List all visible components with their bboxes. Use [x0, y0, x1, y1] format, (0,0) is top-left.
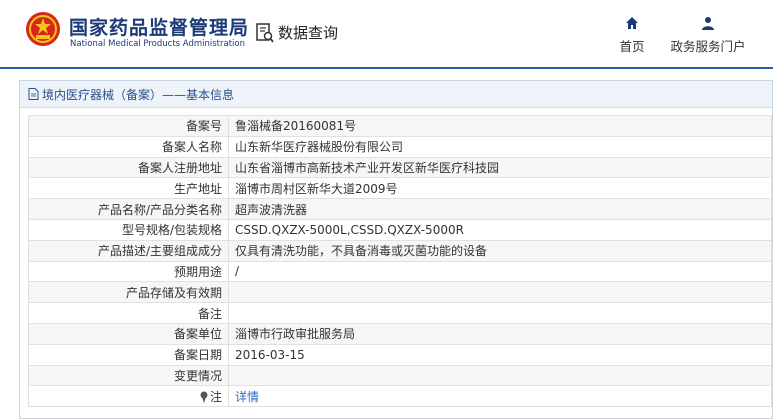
table-row: 备案人名称 山东新华医疗器械股份有限公司 — [28, 135, 772, 158]
national-emblem-icon — [26, 12, 60, 46]
field-label: 备案人名称 — [28, 135, 229, 158]
home-icon — [626, 17, 638, 29]
field-label: 生产地址 — [28, 177, 229, 200]
search-document-icon — [256, 22, 274, 43]
table-row: 备案号 鲁淄械备20160081号 — [28, 115, 772, 137]
details-link[interactable]: 详情 — [235, 390, 259, 404]
nav-home-label: 首页 — [619, 39, 645, 54]
field-value: 2016-03-15 — [228, 343, 772, 366]
field-value: 淄博市行政审批服务局 — [228, 322, 772, 345]
site-subtitle: National Medical Products Administration — [70, 39, 245, 49]
record-panel: 境内医疗器械（备案）——基本信息 备案号 鲁淄械备20160081号 备案人名称山… — [19, 80, 773, 419]
table-row: 产品存储及有效期 — [28, 281, 772, 304]
field-value: 仅具有清洗功能，不具备消毒或灭菌功能的设备 — [228, 239, 772, 262]
table-row: 产品描述/主要组成成分 仅具有清洗功能，不具备消毒或灭菌功能的设备 — [28, 239, 772, 262]
field-label: 备案人注册地址 — [28, 156, 229, 179]
table-row: 变更情况 — [28, 364, 772, 387]
table-row: 注 详情 — [28, 385, 772, 408]
field-value — [228, 302, 772, 324]
field-label: 产品名称/产品分类名称 — [28, 198, 229, 220]
table-row: 型号规格/包装规格 CSSD.QXZX-5000L,CSSD.QXZX-5000R — [28, 218, 772, 241]
field-label: 备案日期 — [28, 343, 229, 366]
field-value: 超声波清洗器 — [228, 198, 772, 220]
nav-home[interactable]: 首页 — [614, 16, 650, 55]
field-value — [228, 364, 772, 387]
table-row: 产品名称/产品分类名称 超声波清洗器 — [28, 198, 772, 220]
field-value: 山东省淄博市高新技术产业开发区新华医疗科技园 — [228, 156, 772, 179]
field-value: CSSD.QXZX-5000L,CSSD.QXZX-5000R — [228, 218, 772, 241]
header-divider — [0, 67, 773, 69]
field-label: 备案单位 — [28, 322, 229, 345]
table-row: 备注 — [28, 302, 772, 324]
field-label: 型号规格/包装规格 — [28, 218, 229, 241]
site-title: 国家药品监督管理局 — [69, 17, 250, 39]
field-label: 产品描述/主要组成成分 — [28, 239, 229, 262]
field-label: 预期用途 — [28, 260, 229, 283]
data-query-link[interactable]: 数据查询 — [256, 22, 338, 43]
table-row: 备案单位 淄博市行政审批服务局 — [28, 322, 772, 345]
pin-icon — [200, 391, 208, 404]
document-icon — [28, 88, 39, 100]
field-value: 鲁淄械备20160081号 — [228, 115, 772, 137]
field-label: 备注 — [28, 302, 229, 324]
field-value: 淄博市周村区新华大道2009号 — [228, 177, 772, 200]
panel-title: 境内医疗器械（备案）——基本信息 — [42, 87, 235, 102]
user-icon — [702, 17, 714, 30]
field-label: 变更情况 — [28, 364, 229, 387]
record-table: 备案号 鲁淄械备20160081号 备案人名称 山东新华医疗器械股份有限公司 备案人… — [28, 115, 772, 408]
panel-header: 境内医疗器械（备案）——基本信息 — [20, 81, 772, 108]
field-value: / — [228, 260, 772, 283]
field-value: 山东新华医疗器械股份有限公司 — [228, 135, 772, 158]
nav-gov-services-label: 政务服务门户 — [670, 39, 746, 54]
data-query-label: 数据查询 — [278, 24, 339, 42]
field-value — [228, 281, 772, 304]
note-label-cell: 注 — [28, 385, 229, 408]
site-header: 国家药品监督管理局 National Medical Products Admi… — [0, 0, 773, 67]
table-row: 生产地址 淄博市周村区新华大道2009号 — [28, 177, 772, 200]
table-row: 预期用途 / — [28, 260, 772, 283]
field-label: 注 — [209, 389, 222, 404]
table-row: 备案日期 2016-03-15 — [28, 343, 772, 366]
table-row: 备案人注册地址 山东省淄博市高新技术产业开发区新华医疗科技园 — [28, 156, 772, 179]
field-label: 备案号 — [28, 115, 229, 137]
nav-gov-services[interactable]: 政务服务门户 — [668, 16, 748, 55]
field-label: 产品存储及有效期 — [28, 281, 229, 304]
field-value-cell: 详情 — [228, 385, 772, 408]
